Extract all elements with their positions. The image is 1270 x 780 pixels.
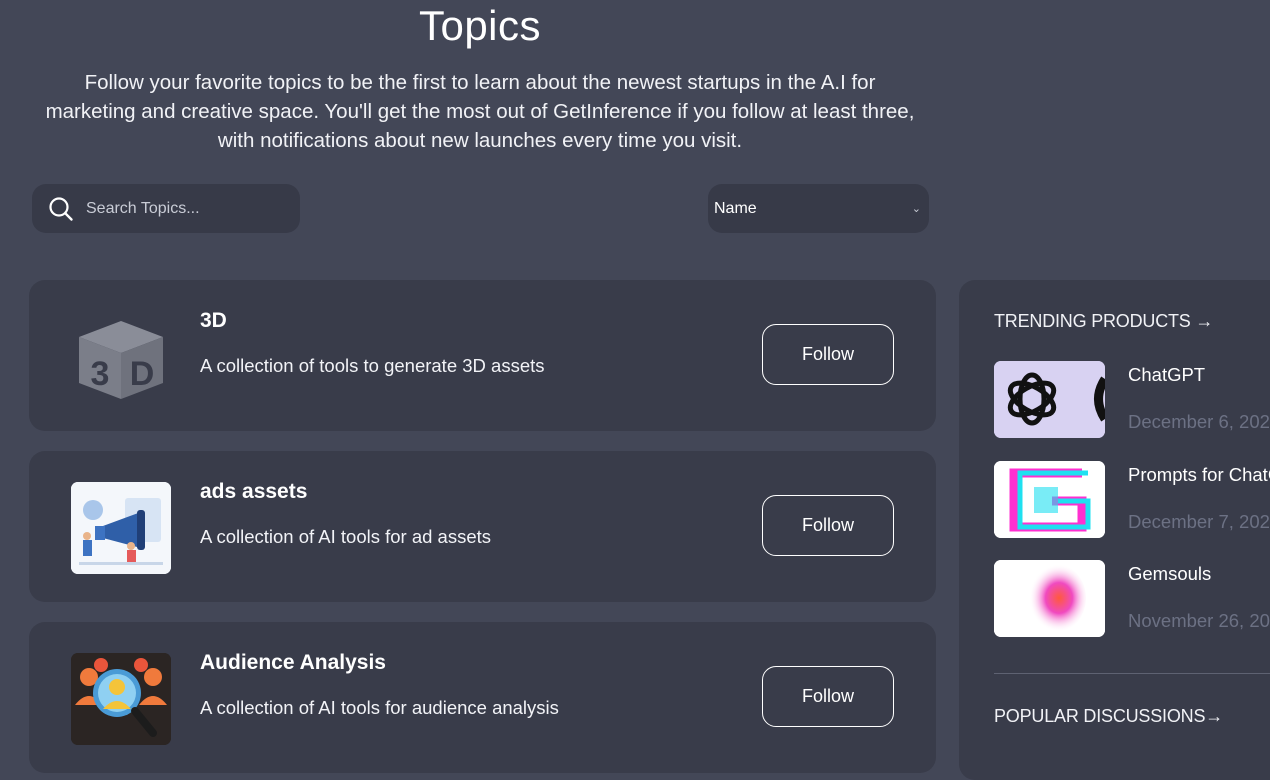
- follow-button-ads-assets[interactable]: Follow: [762, 495, 894, 556]
- openai-logo: [994, 361, 1105, 438]
- 3d-cube-icon: 3 D: [71, 311, 171, 403]
- ads-illustration: [71, 482, 171, 574]
- sidebar: TRENDING PRODUCTS → ChatGPT December 6, …: [959, 280, 1270, 780]
- chevron-down-icon: ⌄: [911, 203, 921, 215]
- topic-description: A collection of tools to generate 3D ass…: [200, 355, 545, 376]
- product-name: ChatGPT: [1128, 364, 1206, 385]
- topic-card-3d: 3 D 3D A collection of tools to generate…: [29, 280, 936, 431]
- g-glitch-logo: [994, 461, 1105, 538]
- sidebar-divider: [994, 673, 1270, 674]
- search-icon: [49, 196, 73, 221]
- page-intro: Follow your favorite topics to be the fi…: [45, 71, 915, 152]
- product-date: November 26, 2022: [1128, 610, 1270, 631]
- trending-products-link[interactable]: TRENDING PRODUCTS →: [994, 311, 1213, 332]
- svg-text:3: 3: [91, 355, 110, 393]
- popular-discussions-link[interactable]: POPULAR DISCUSSIONS→: [994, 706, 1223, 727]
- audience-magnifier-icon: [71, 653, 171, 745]
- product-item-chatgpt[interactable]: ChatGPT December 6, 2022: [994, 361, 1270, 439]
- product-name: Prompts for ChatGPT: [1128, 464, 1270, 485]
- sort-select-value: Name: [714, 199, 757, 217]
- follow-button-audience-analysis[interactable]: Follow: [762, 666, 894, 727]
- search-box[interactable]: [32, 184, 300, 233]
- search-input[interactable]: [84, 198, 288, 219]
- svg-text:D: D: [130, 355, 155, 393]
- topic-card-audience-analysis: Audience Analysis A collection of AI too…: [29, 622, 936, 773]
- topic-card-ads-assets: ads assets A collection of AI tools for …: [29, 451, 936, 602]
- gradient-blob-logo: [994, 560, 1105, 637]
- topic-description: A collection of AI tools for ad assets: [200, 526, 492, 547]
- product-date: December 6, 2022: [1128, 411, 1270, 432]
- sort-select[interactable]: Name ⌄: [708, 184, 929, 233]
- topic-name: Audience Analysis: [200, 651, 386, 674]
- product-name: Gemsouls: [1128, 563, 1212, 584]
- follow-button-3d[interactable]: Follow: [762, 324, 894, 385]
- product-item-gemsouls[interactable]: Gemsouls November 26, 2022: [994, 560, 1270, 638]
- product-item-prompts-for-chatgpt[interactable]: Prompts for ChatGPT December 7, 2022: [994, 461, 1270, 539]
- topic-name: ads assets: [200, 480, 308, 503]
- topic-name: 3D: [200, 309, 227, 332]
- page-title: Topics: [418, 2, 542, 49]
- product-date: December 7, 2022: [1128, 511, 1270, 532]
- topic-description: A collection of AI tools for audience an…: [200, 697, 559, 718]
